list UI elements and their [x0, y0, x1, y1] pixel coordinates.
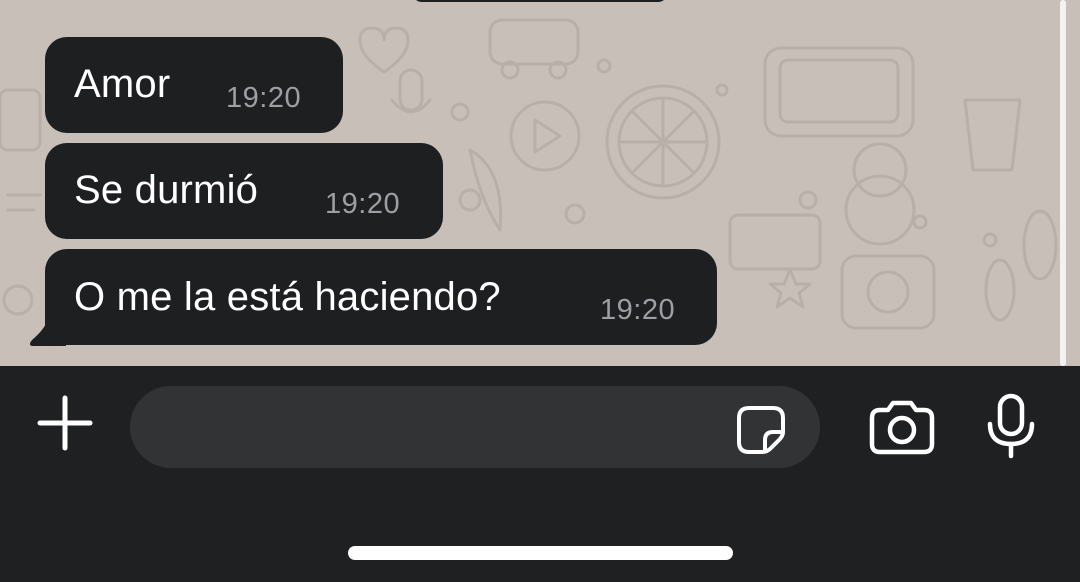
voice-message-button[interactable] — [984, 392, 1038, 460]
message-bubble[interactable]: O me la está haciendo? 19:20 — [45, 249, 717, 345]
message-input[interactable] — [130, 386, 820, 468]
chat-area[interactable]: Amor 19:20 Se durmió 19:20 O me la está … — [0, 0, 1080, 366]
camera-button[interactable] — [868, 398, 936, 456]
message-text: Amor — [74, 62, 171, 106]
previous-message-bubble-edge — [412, 0, 668, 2]
sticker-icon — [737, 406, 785, 454]
message-timestamp: 19:20 — [600, 294, 676, 326]
message-text: O me la está haciendo? — [74, 275, 501, 319]
message-timestamp: 19:20 — [325, 188, 401, 220]
microphone-icon — [987, 393, 1035, 459]
message-text: Se durmió — [74, 168, 259, 212]
message-bubble[interactable]: Amor 19:20 — [45, 37, 343, 133]
chat-scrollbar[interactable] — [1060, 0, 1066, 366]
home-indicator[interactable] — [348, 546, 733, 560]
message-timestamp: 19:20 — [226, 82, 302, 114]
camera-icon — [869, 400, 935, 455]
message-input-bar — [0, 366, 1080, 582]
sticker-button[interactable] — [733, 402, 789, 458]
plus-icon — [37, 395, 93, 451]
message-bubble[interactable]: Se durmió 19:20 — [45, 143, 443, 239]
attach-button[interactable] — [36, 394, 94, 452]
